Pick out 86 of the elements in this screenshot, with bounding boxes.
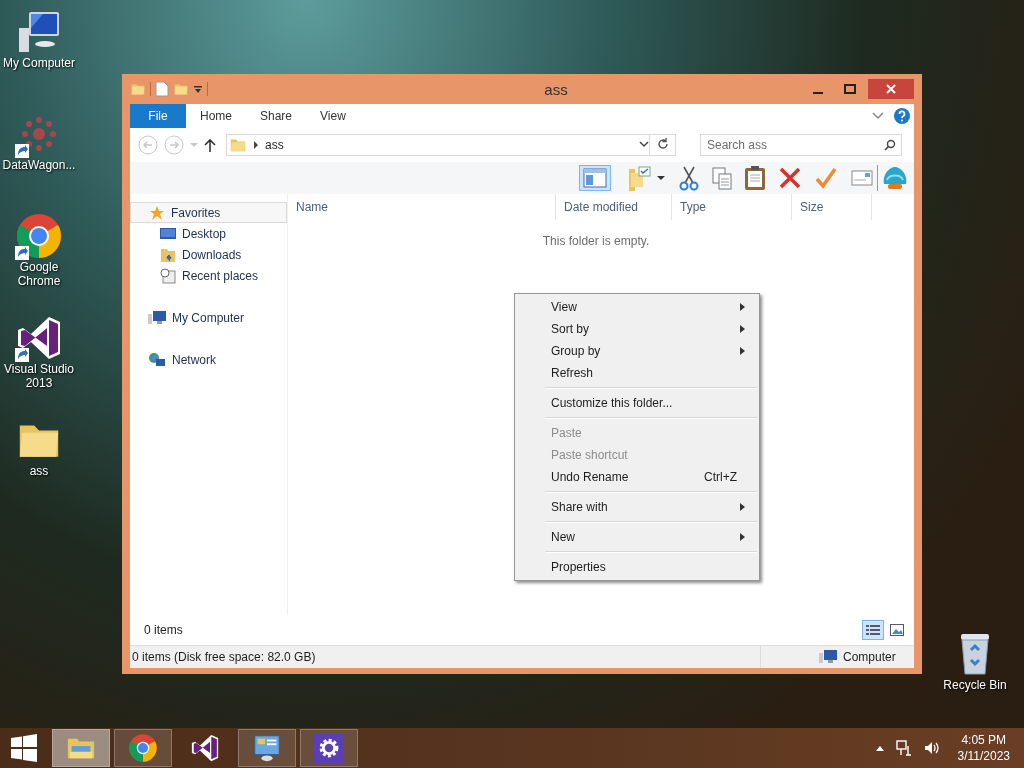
checkmark-icon[interactable] — [815, 167, 837, 189]
search-icon[interactable] — [884, 139, 896, 151]
clock-date[interactable]: 3/11/2023 — [957, 749, 1010, 763]
document-icon[interactable] — [155, 81, 169, 97]
navigation-item[interactable]: Network — [130, 349, 287, 370]
address-bar[interactable]: ass — [226, 134, 650, 156]
up-arrow-icon[interactable] — [204, 138, 216, 152]
star-icon — [149, 204, 165, 221]
computer-icon — [819, 649, 837, 665]
column-header[interactable]: Size — [792, 194, 872, 220]
pane-layout-button[interactable] — [579, 165, 611, 191]
desktop-icon-label[interactable]: Google Chrome — [0, 260, 78, 288]
column-header[interactable]: Date modified — [556, 194, 672, 220]
windows-logo-icon — [10, 734, 38, 762]
desktop-icon-label[interactable]: Visual Studio 2013 — [0, 362, 78, 390]
item-count: 0 items — [144, 623, 183, 637]
help-icon[interactable] — [894, 108, 910, 124]
refresh-button[interactable] — [650, 134, 676, 156]
chrome-icon — [128, 733, 158, 763]
search-field[interactable]: Search ass — [700, 134, 902, 156]
menu-item[interactable]: Group by — [517, 340, 757, 362]
column-header[interactable]: Name — [288, 194, 556, 220]
infinity-logo-icon — [190, 733, 220, 763]
gear-icon — [314, 733, 344, 763]
chevron-down-icon[interactable] — [639, 141, 649, 149]
folder-icon — [160, 246, 176, 263]
desktop-icon-label[interactable]: My Computer — [3, 56, 75, 70]
card-icon[interactable] — [851, 170, 873, 186]
monitor-icon — [160, 226, 176, 241]
menu-item[interactable]: Undo Rename Ctrl+Z — [517, 466, 757, 488]
caret-icon[interactable] — [657, 175, 665, 181]
taskbar-button[interactable] — [238, 729, 296, 767]
close-icon — [886, 84, 896, 94]
menu-item[interactable]: New — [517, 526, 757, 548]
show-hidden-icons-icon[interactable] — [875, 745, 884, 751]
submenu-arrow-icon — [740, 347, 745, 355]
status-text: 0 items (Disk free space: 82.0 GB) — [132, 650, 316, 664]
clock-document-icon — [160, 267, 176, 284]
refresh-icon — [656, 137, 669, 150]
menu-item[interactable]: View — [517, 296, 757, 318]
navigation-item[interactable]: My Computer — [130, 307, 287, 328]
folder-check-icon[interactable] — [627, 165, 653, 191]
window-title: ass — [543, 80, 569, 98]
desktop-icon-label[interactable]: DataWagon... — [2, 158, 76, 172]
taskbar-button[interactable] — [300, 729, 358, 767]
navigation-item[interactable]: Desktop — [130, 223, 287, 244]
globe-computer-icon — [148, 351, 166, 368]
network-icon[interactable] — [895, 740, 912, 756]
desktop-icon-label[interactable]: ass — [29, 464, 49, 478]
menu-item[interactable]: Share with — [517, 496, 757, 518]
maximize-icon — [844, 84, 856, 94]
ribbon-tab[interactable]: Share — [246, 104, 307, 128]
ribbon-tab[interactable]: Home — [186, 104, 246, 128]
list-icon — [866, 624, 880, 636]
empty-folder-message: This folder is empty. — [542, 234, 650, 248]
menu-item[interactable]: Properties — [517, 556, 757, 578]
clipboard-icon[interactable] — [743, 165, 767, 191]
status-location: Computer — [843, 650, 896, 664]
breadcrumb-arrow-icon — [253, 141, 259, 149]
menu-item[interactable]: Customize this folder... — [517, 392, 757, 414]
column-header[interactable]: Type — [672, 194, 792, 220]
computer-icon — [148, 309, 166, 326]
cross-icon[interactable] — [779, 167, 801, 189]
path-segment[interactable]: ass — [265, 138, 633, 152]
submenu-arrow-icon — [740, 325, 745, 333]
pane-layout-icon — [583, 168, 607, 188]
clock-time[interactable]: 4:05 PM — [961, 733, 1007, 747]
control-panel-icon — [252, 733, 282, 763]
submenu-arrow-icon — [740, 303, 745, 311]
menu-item[interactable]: Sort by — [517, 318, 757, 340]
speaker-icon[interactable] — [923, 741, 940, 755]
picture-icon — [890, 624, 904, 636]
file-tab[interactable]: File — [130, 104, 186, 128]
menu-item[interactable]: Refresh — [517, 362, 757, 384]
navigation-item[interactable]: Recent places — [130, 265, 287, 286]
desktop-icon-label[interactable]: Recycle Bin — [943, 678, 1007, 692]
ribbon-tab[interactable]: View — [306, 104, 360, 128]
navigation-item[interactable]: Favorites — [130, 202, 287, 223]
submenu-arrow-icon — [740, 533, 745, 541]
scissors-icon[interactable] — [679, 165, 699, 191]
submenu-arrow-icon — [740, 503, 745, 511]
details-view-button[interactable] — [862, 620, 884, 640]
dropdown-icon[interactable] — [193, 84, 203, 94]
close-button[interactable] — [868, 79, 914, 99]
minimize-icon — [813, 92, 823, 94]
navigation-item[interactable]: Downloads — [130, 244, 287, 265]
